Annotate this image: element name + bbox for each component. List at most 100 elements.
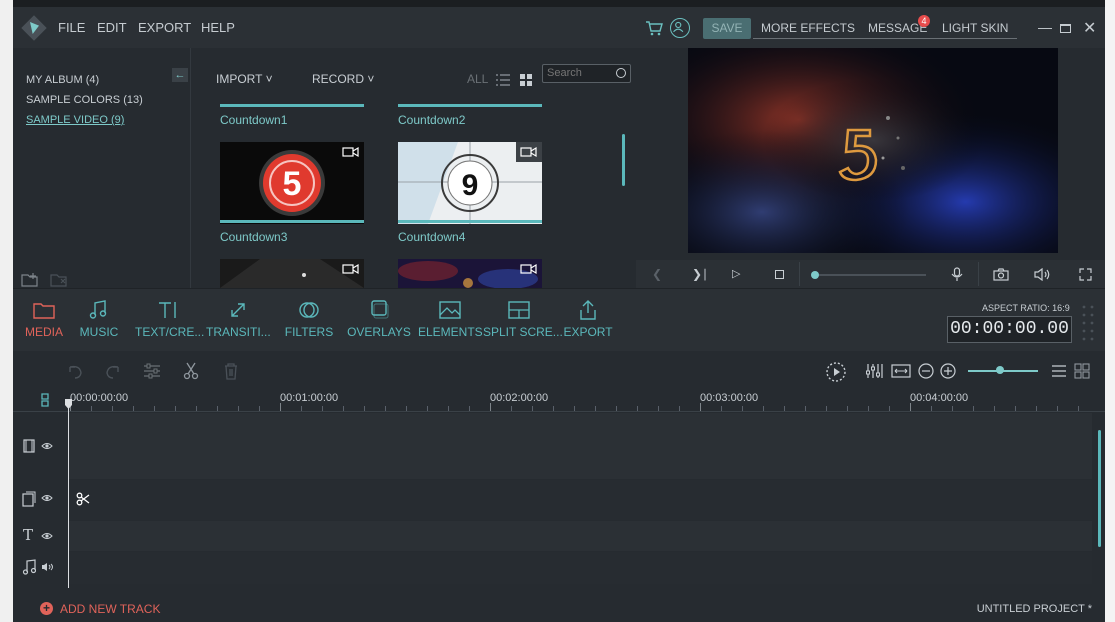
video-track[interactable] (68, 413, 1092, 479)
search-icon[interactable] (616, 68, 626, 78)
bottom-bar: + ADD NEW TRACK UNTITLED PROJECT * (13, 591, 1105, 622)
zoom-in-icon[interactable] (938, 362, 958, 380)
overlay-icon (371, 300, 389, 319)
eye-icon[interactable] (41, 494, 53, 502)
skip-back-icon[interactable]: ❮ (652, 267, 662, 281)
more-effects-link[interactable]: MORE EFFECTS (761, 21, 855, 35)
cut-marker-icon[interactable] (76, 492, 90, 506)
track-list-icon[interactable] (1049, 362, 1069, 380)
track-grid-icon[interactable] (1072, 362, 1092, 380)
add-new-track-button[interactable]: ADD NEW TRACK (60, 602, 160, 616)
snap-magnet-icon[interactable] (39, 393, 51, 407)
timeline-scrollbar[interactable] (1098, 430, 1101, 547)
stop-icon[interactable] (775, 268, 784, 282)
grid-view-icon[interactable] (520, 74, 532, 86)
user-account-icon[interactable] (670, 18, 690, 38)
pip-track[interactable] (68, 480, 1092, 520)
tab-text-credits[interactable]: TEXT/CRE... (135, 289, 204, 352)
microphone-icon[interactable] (951, 267, 963, 282)
text-track[interactable] (68, 521, 1092, 551)
speaker-icon[interactable] (41, 562, 55, 572)
render-preview-icon[interactable] (825, 361, 847, 383)
ruler-label: 00:00:00:00 (70, 392, 129, 404)
ruler-tick (805, 406, 806, 411)
audio-track[interactable] (68, 552, 1092, 584)
ruler-tick (154, 406, 155, 411)
save-button[interactable]: SAVE (703, 18, 751, 39)
filter-all[interactable]: ALL (467, 72, 488, 86)
import-dropdown[interactable]: IMPORT ˅ (216, 72, 273, 86)
search-box[interactable] (542, 64, 631, 83)
ruler-tick (448, 406, 449, 411)
ruler-tick (280, 403, 281, 411)
menu-export[interactable]: EXPORT (138, 20, 191, 35)
media-thumbnail[interactable]: 9 (398, 142, 542, 224)
light-skin-link[interactable]: LIGHT SKIN (942, 21, 1008, 35)
play-icon[interactable]: ▷ (732, 267, 740, 280)
fit-timeline-icon[interactable] (891, 362, 911, 380)
eye-icon[interactable] (41, 532, 53, 540)
tab-media[interactable]: MEDIA (21, 289, 67, 352)
split-screen-icon (508, 301, 530, 319)
ruler-tick (322, 406, 323, 411)
ruler-tick (721, 406, 722, 411)
adjust-icon[interactable] (142, 362, 162, 380)
add-folder-icon[interactable] (21, 272, 39, 288)
cart-icon[interactable] (645, 20, 663, 36)
track-header-audio (13, 552, 68, 584)
media-thumbnail[interactable] (398, 259, 542, 288)
volume-icon[interactable] (1034, 268, 1052, 281)
add-track-plus-icon[interactable]: + (40, 602, 53, 615)
playhead-line[interactable] (68, 400, 69, 588)
tab-music[interactable]: MUSIC (75, 289, 123, 352)
ruler-tick (868, 406, 869, 411)
ruler-tick (994, 406, 995, 411)
scissors-icon[interactable] (181, 362, 201, 380)
zoom-out-icon[interactable] (916, 362, 936, 380)
playback-scrubber[interactable] (814, 274, 926, 276)
list-view-icon[interactable] (496, 74, 510, 86)
zoom-slider-knob[interactable] (996, 366, 1004, 374)
tab-filters[interactable]: FILTERS (283, 289, 335, 352)
ruler-tick (238, 406, 239, 411)
tab-export[interactable]: EXPORT (561, 289, 615, 352)
delete-folder-icon[interactable] (50, 272, 68, 288)
menu-help[interactable]: HELP (201, 20, 235, 35)
timeline-ruler[interactable]: 00:00:00:00 00:01:00:00 00:02:00:00 00:0… (13, 390, 1105, 412)
close-icon[interactable]: ✕ (1083, 18, 1096, 38)
trash-icon[interactable] (221, 362, 241, 380)
maximize-icon[interactable] (1060, 20, 1071, 36)
undo-icon[interactable] (65, 362, 85, 380)
ruler-tick (532, 406, 533, 411)
search-input[interactable] (543, 65, 613, 81)
audio-mixer-icon[interactable] (865, 362, 885, 380)
ruler-tick (406, 406, 407, 411)
redo-icon[interactable] (103, 362, 123, 380)
media-thumbnail[interactable] (220, 259, 364, 288)
frame-forward-icon[interactable]: ❯∣ (692, 267, 708, 281)
ruler-tick (910, 403, 911, 411)
album-my-album[interactable]: MY ALBUM (4) (26, 74, 99, 86)
export-icon (580, 300, 596, 320)
tab-elements[interactable]: ELEMENTS (418, 289, 483, 352)
track-header-video (13, 413, 68, 479)
fullscreen-icon[interactable] (1079, 268, 1092, 281)
library-scrollbar[interactable] (622, 134, 625, 186)
media-thumbnail[interactable]: 5 (220, 142, 364, 224)
tab-transitions[interactable]: TRANSITI... (206, 289, 271, 352)
album-sample-video[interactable]: SAMPLE VIDEO (9) (26, 114, 124, 126)
text-icon (159, 302, 176, 318)
snapshot-camera-icon[interactable] (993, 268, 1009, 281)
scrubber-knob[interactable] (811, 271, 819, 279)
album-sample-colors[interactable]: SAMPLE COLORS (13) (26, 94, 143, 106)
record-dropdown[interactable]: RECORD ˅ (312, 72, 374, 86)
menu-file[interactable]: FILE (58, 20, 85, 35)
ruler-tick (301, 406, 302, 411)
collapse-arrow-icon[interactable]: ← (172, 68, 188, 82)
menu-edit[interactable]: EDIT (97, 20, 127, 35)
eye-icon[interactable] (41, 442, 53, 450)
minimize-icon[interactable]: — (1038, 19, 1052, 35)
tab-split-screen[interactable]: SPLIT SCRE... (483, 289, 563, 352)
drag-handle-icon[interactable] (1081, 303, 1095, 343)
tab-overlays[interactable]: OVERLAYS (347, 289, 411, 352)
